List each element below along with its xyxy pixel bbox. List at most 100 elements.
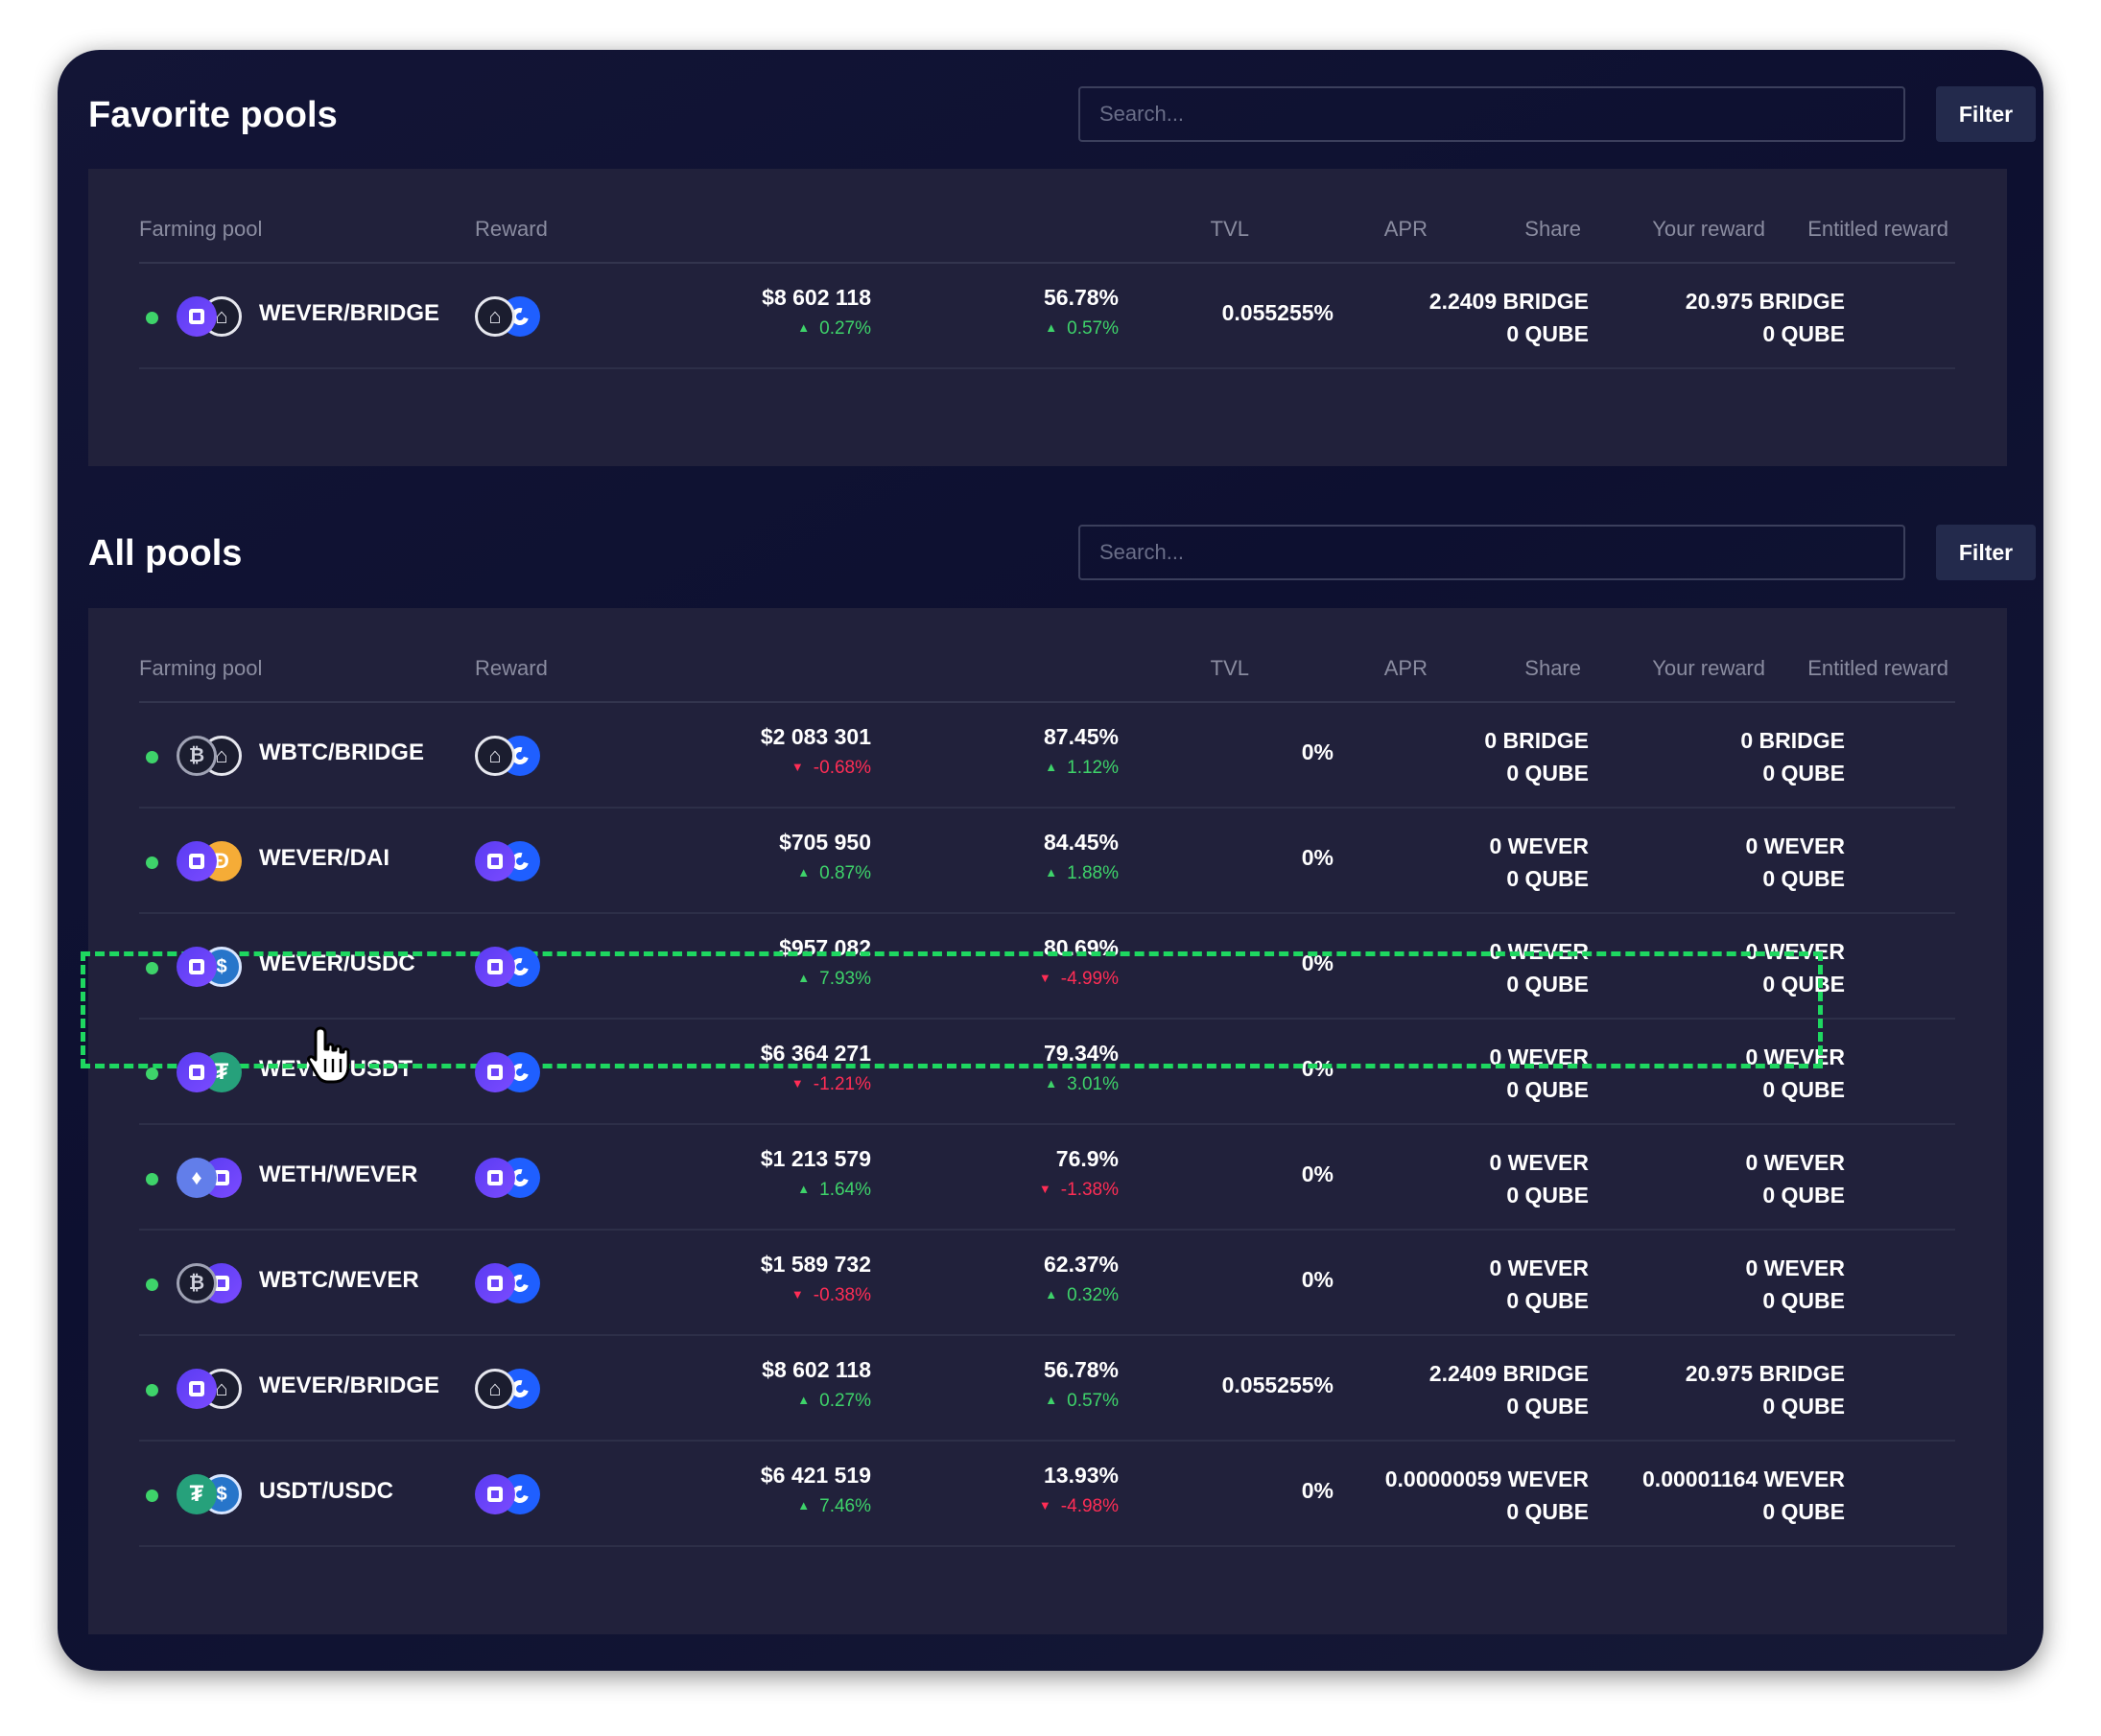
- your-reward-line: 2.2409 BRIDGE: [1428, 1361, 1589, 1386]
- pool-name[interactable]: WETH/WEVER: [259, 1161, 417, 1188]
- tvl-change: ▲ 7.46%: [660, 1493, 871, 1519]
- pool-token-icons: ♦: [177, 1158, 244, 1198]
- your-reward-line: 0 QUBE: [1506, 321, 1589, 346]
- pool-row[interactable]: Ð WEVER/DAI $705 950 ▲ 0.87% 84.45% ▲ 1.88% 0% 0 …: [139, 809, 1955, 914]
- apr-value: 56.78%: [1043, 285, 1119, 310]
- pool-name[interactable]: WBTC/BRIDGE: [259, 739, 424, 766]
- column-header-tvl[interactable]: TVL: [1211, 656, 1249, 681]
- your-reward-line: 0 QUBE: [1506, 1499, 1589, 1524]
- pool-token-icons: ₮: [177, 1052, 244, 1092]
- entitled-reward-line: 0 WEVER: [1745, 1255, 1845, 1280]
- pool-token-icons: ₿ ⌂: [177, 736, 244, 776]
- entitled-reward-cell: 0 WEVER 0 QUBE: [1557, 830, 1845, 895]
- apr-change: ▲ 1.12%: [908, 755, 1119, 781]
- pool-row[interactable]: ⌂ WEVER/BRIDGE ⌂ $8 602 118 ▲ 0.27% 56.78% ▲ 0.5…: [139, 264, 1955, 369]
- tvl-change: ▲ 1.64%: [660, 1177, 871, 1203]
- all-pools-table: Farming pool Reward TVL APR Share Your reward…: [139, 608, 1955, 1547]
- apr-change: ▲ 0.57%: [908, 1388, 1119, 1414]
- all-pools-search-input[interactable]: [1078, 525, 1905, 580]
- your-reward-line: 0 QUBE: [1506, 1288, 1589, 1313]
- column-header-reward[interactable]: Reward: [475, 656, 548, 681]
- tvl-value: $1 213 579: [760, 1146, 871, 1171]
- pool-row[interactable]: ₮ $ USDT/USDC $6 421 519 ▲ 7.46% 13.93% ▼ -4.98%…: [139, 1442, 1955, 1547]
- pool-name[interactable]: WEVER/DAI: [259, 845, 390, 872]
- column-header-tvl[interactable]: TVL: [1211, 217, 1249, 242]
- triangle-up-icon: ▲: [797, 865, 811, 880]
- column-header-entitled[interactable]: Entitled reward: [1807, 656, 1948, 681]
- column-header-your[interactable]: Your reward: [1652, 656, 1765, 681]
- your-reward-cell: 2.2409 BRIDGE 0 QUBE: [1301, 285, 1589, 350]
- pool-row[interactable]: ₮ WEVER/USDT $6 364 271 ▼ -1.21% 79.34% ▲ 3.01%…: [139, 1020, 1955, 1125]
- your-reward-line: 0 WEVER: [1489, 1255, 1589, 1280]
- apr-change: ▼ -4.98%: [908, 1493, 1119, 1519]
- tvl-value: $2 083 301: [760, 724, 871, 749]
- your-reward-line: 0 WEVER: [1489, 1044, 1589, 1069]
- tvl-cell: $6 364 271 ▼ -1.21%: [660, 1039, 871, 1097]
- column-header-reward[interactable]: Reward: [475, 217, 548, 242]
- all-pools-title: All pools: [88, 533, 243, 574]
- apr-change-value: 3.01%: [1067, 1074, 1119, 1094]
- favorite-search-input[interactable]: [1078, 86, 1905, 142]
- column-header-apr[interactable]: APR: [1384, 656, 1428, 681]
- pool-name[interactable]: USDT/USDC: [259, 1478, 393, 1505]
- column-header-apr[interactable]: APR: [1384, 217, 1428, 242]
- apr-value: 62.37%: [1043, 1252, 1119, 1277]
- favorite-filter-button[interactable]: Filter: [1936, 86, 2036, 142]
- column-header-pool[interactable]: Farming pool: [139, 217, 262, 242]
- entitled-reward-cell: 0 WEVER 0 QUBE: [1557, 1146, 1845, 1211]
- pool-row[interactable]: $ WEVER/USDC $957 082 ▲ 7.93% 80.69% ▼ -4.99% 0%…: [139, 914, 1955, 1020]
- tvl-change-value: 7.46%: [819, 1496, 871, 1516]
- column-header-share[interactable]: Share: [1524, 217, 1581, 242]
- wever-icon: [475, 1263, 515, 1303]
- your-reward-line: 0 QUBE: [1506, 972, 1589, 997]
- your-reward-cell: 0 WEVER 0 QUBE: [1301, 1041, 1589, 1106]
- triangle-down-icon: ▼: [791, 760, 804, 774]
- tvl-change-value: -0.68%: [813, 758, 871, 778]
- tvl-cell: $6 421 519 ▲ 7.46%: [660, 1461, 871, 1519]
- pool-name[interactable]: WBTC/WEVER: [259, 1267, 419, 1294]
- tvl-change: ▼ -0.38%: [660, 1282, 871, 1308]
- entitled-reward-line: 20.975 BRIDGE: [1685, 289, 1845, 314]
- column-header-pool[interactable]: Farming pool: [139, 656, 262, 681]
- column-header-entitled[interactable]: Entitled reward: [1807, 217, 1948, 242]
- apr-value: 79.34%: [1043, 1041, 1119, 1066]
- wever-icon: [177, 947, 217, 987]
- table-header: Farming pool Reward TVL APR Share Your reward…: [139, 169, 1955, 264]
- apr-cell: 87.45% ▲ 1.12%: [908, 722, 1119, 781]
- entitled-reward-line: 20.975 BRIDGE: [1685, 1361, 1845, 1386]
- entitled-reward-line: 0 QUBE: [1762, 1394, 1845, 1419]
- pool-row[interactable]: ₿ WBTC/WEVER $1 589 732 ▼ -0.38% 62.37% ▲ 0.32%…: [139, 1231, 1955, 1336]
- active-status-dot: [146, 962, 158, 974]
- tvl-change: ▲ 0.27%: [660, 316, 871, 341]
- pool-name[interactable]: WEVER/USDT: [259, 1056, 413, 1083]
- all-pools-filter-button[interactable]: Filter: [1936, 525, 2036, 580]
- apr-cell: 56.78% ▲ 0.57%: [908, 283, 1119, 341]
- pool-row[interactable]: ⌂ WEVER/BRIDGE ⌂ $8 602 118 ▲ 0.27% 56.78% ▲ 0.5…: [139, 1336, 1955, 1442]
- your-reward-line: 0.00000059 WEVER: [1384, 1466, 1589, 1491]
- column-header-share[interactable]: Share: [1524, 656, 1581, 681]
- triangle-down-icon: ▼: [791, 1076, 804, 1091]
- triangle-up-icon: ▲: [797, 1182, 811, 1196]
- column-header-your[interactable]: Your reward: [1652, 217, 1765, 242]
- pool-row[interactable]: ♦ WETH/WEVER $1 213 579 ▲ 1.64% 76.9% ▼ -1.38% 0…: [139, 1125, 1955, 1231]
- pool-row[interactable]: ₿ ⌂ WBTC/BRIDGE ⌂ $2 083 301 ▼ -0.68% 87.45% ▲ 1.…: [139, 703, 1955, 809]
- apr-change: ▲ 3.01%: [908, 1071, 1119, 1097]
- tvl-change: ▲ 0.27%: [660, 1388, 871, 1414]
- entitled-reward-line: 0 QUBE: [1762, 1288, 1845, 1313]
- active-status-dot: [146, 1490, 158, 1502]
- apr-change: ▼ -1.38%: [908, 1177, 1119, 1203]
- favorite-pools-header: Favorite pools Filter: [88, 86, 2036, 144]
- apr-cell: 79.34% ▲ 3.01%: [908, 1039, 1119, 1097]
- tvl-change: ▼ -1.21%: [660, 1071, 871, 1097]
- pool-name[interactable]: WEVER/BRIDGE: [259, 1372, 439, 1399]
- tvl-change: ▲ 7.93%: [660, 966, 871, 992]
- pool-name[interactable]: WEVER/USDC: [259, 950, 415, 977]
- apr-value: 84.45%: [1043, 830, 1119, 855]
- tvl-change-value: 1.64%: [819, 1180, 871, 1200]
- apr-change-value: 1.12%: [1067, 758, 1119, 778]
- pool-name[interactable]: WEVER/BRIDGE: [259, 300, 439, 327]
- wever-icon: [475, 1052, 515, 1092]
- active-status-dot: [146, 1279, 158, 1291]
- apr-change-value: 0.57%: [1067, 318, 1119, 339]
- all-pools-panel: Farming pool Reward TVL APR Share Your reward…: [88, 608, 2007, 1634]
